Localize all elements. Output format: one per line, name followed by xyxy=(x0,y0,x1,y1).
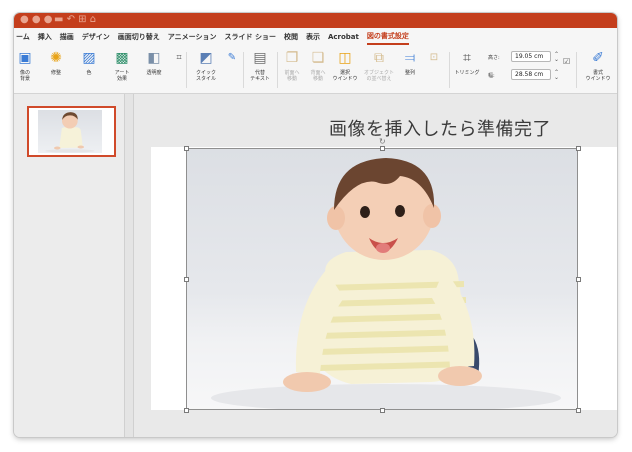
transparency-label: 透明度 xyxy=(146,70,162,76)
width-field[interactable]: 28.58 cm xyxy=(511,69,551,80)
group-button[interactable]: ⊡ xyxy=(424,49,444,67)
ribbon-tab[interactable]: Acrobat xyxy=(328,28,359,46)
baby-photo[interactable] xyxy=(186,148,578,410)
alt-text-icon: ▤ xyxy=(253,50,267,66)
quick-access-icon[interactable]: ▬ ↶ ⊞ ⌂ xyxy=(54,14,96,26)
ribbon-tab[interactable]: 校閲 xyxy=(284,28,298,46)
corrections-button[interactable]: ✺ 修整 xyxy=(40,49,72,76)
resize-handle-bottom-right[interactable] xyxy=(576,408,581,413)
alt-text-label: 代替 テキスト xyxy=(250,70,270,82)
ribbon-tab[interactable]: 挿入 xyxy=(38,28,52,46)
resize-handle-right[interactable] xyxy=(576,277,581,282)
color-button[interactable]: ▨ 色 xyxy=(74,49,104,76)
format-pane-button[interactable]: ✐ 書式 ウインドウ xyxy=(581,49,615,82)
width-label: 幅: xyxy=(488,73,495,79)
align-button[interactable]: ⫤ 整列 xyxy=(398,49,422,76)
height-field[interactable]: 19.05 cm xyxy=(511,51,551,62)
crop-icon: ⌗ xyxy=(463,50,471,66)
picture-color-icon: ▨ xyxy=(82,50,96,66)
quick-styles-label: クイック スタイル xyxy=(195,70,216,82)
artistic-effects-icon: ▩ xyxy=(115,50,129,66)
align-label: 整列 xyxy=(404,70,415,76)
pane-splitter[interactable] xyxy=(124,94,134,437)
ribbon-tabs: ーム 挿入 描画 デザイン 画面切り替え アニメーション スライド ショー 校閲 表示 Acrob… xyxy=(14,28,617,46)
ribbon-separator xyxy=(449,52,450,88)
bring-forward-icon: ❐ xyxy=(285,50,299,66)
ribbon-tab[interactable]: 図の書式設定 xyxy=(366,29,409,45)
reorder-objects-button[interactable]: ⧉ オブジェクト の並べ替え xyxy=(360,49,398,82)
traffic-lights[interactable]: ● ● ● xyxy=(20,14,53,26)
format-pane-label: 書式 ウインドウ xyxy=(585,70,611,82)
artistic-effects-label: アート 効果 xyxy=(114,70,130,82)
ribbon-tab[interactable]: 表示 xyxy=(306,28,320,46)
width-stepper[interactable]: ⌃ ⌄ xyxy=(554,70,559,81)
rotate-handle-icon[interactable]: ↻ xyxy=(379,138,386,146)
ribbon-separator xyxy=(243,52,244,88)
selection-pane-label: 選択 ウインドウ xyxy=(332,70,358,82)
group-icon: ⊡ xyxy=(429,52,439,63)
remove-background-label: 像の 背景 xyxy=(19,70,30,82)
baby-image xyxy=(211,158,561,410)
align-icon: ⫤ xyxy=(404,50,416,66)
powerpoint-window: ● ● ● ▬ ↶ ⊞ ⌂ ーム 挿入 描画 デザイン 画面切り替え アニメーション スライ… xyxy=(14,13,617,437)
slide-canvas: 画像を挿入したら準備完了 ↻ xyxy=(134,94,617,437)
remove-background-icon: ▣ xyxy=(18,50,32,66)
send-backward-label: 背面へ 移動 xyxy=(310,70,326,82)
resize-handle-bottom[interactable] xyxy=(380,408,385,413)
ribbon-tab[interactable]: ーム xyxy=(16,28,30,46)
alt-text-button[interactable]: ▤ 代替 テキスト xyxy=(245,49,275,82)
ribbon-separator xyxy=(277,52,278,88)
quick-styles-button[interactable]: ◩ クイック スタイル xyxy=(189,49,223,82)
remove-background-button[interactable]: ▣ 像の 背景 xyxy=(14,49,36,82)
thumbnail-slide xyxy=(31,110,112,153)
thumbnail-photo xyxy=(38,110,102,153)
artistic-effects-button[interactable]: ▩ アート 効果 xyxy=(106,49,138,82)
thumbnail-baby-image xyxy=(45,112,95,153)
ribbon-tab[interactable]: アニメーション xyxy=(168,28,217,46)
send-backward-button[interactable]: ❏ 背面へ 移動 xyxy=(306,49,330,82)
crop-button[interactable]: ⌗ トリミング xyxy=(451,49,483,76)
ribbon: ▣ 像の 背景 ✺ 修整 ▨ 色 ▩ アート 効果 ◧ 透明度 ⌗ ◩ クイック… xyxy=(14,46,617,94)
ribbon-tab[interactable]: 描画 xyxy=(60,28,74,46)
resize-handle-top[interactable] xyxy=(380,146,385,151)
quick-styles-icon: ◩ xyxy=(199,50,213,66)
format-brush-icon: ✐ xyxy=(592,50,604,66)
pen-icon: ✎ xyxy=(227,52,237,63)
crop-label: トリミング xyxy=(454,70,480,76)
resize-handle-top-right[interactable] xyxy=(576,146,581,151)
color-label: 色 xyxy=(86,70,92,76)
resize-handle-top-left[interactable] xyxy=(184,146,189,151)
ribbon-tab[interactable]: スライド ショー xyxy=(225,28,276,46)
transparency-icon: ◧ xyxy=(147,50,161,66)
sun-icon: ✺ xyxy=(50,50,62,66)
height-label: 高さ: xyxy=(488,55,500,61)
ribbon-separator xyxy=(576,52,577,88)
reorder-objects-label: オブジェクト の並べ替え xyxy=(363,70,394,82)
slide-thumbnail-pane: 1 xyxy=(14,94,124,437)
send-backward-icon: ❏ xyxy=(311,50,325,66)
compress-pictures-button[interactable]: ⌗ xyxy=(170,49,182,67)
ribbon-tab[interactable]: 画面切り替え xyxy=(118,28,160,46)
slide-title[interactable]: 画像を挿入したら準備完了 xyxy=(329,115,551,141)
ribbon-tab[interactable]: デザイン xyxy=(82,28,110,46)
selection-pane-icon: ◫ xyxy=(338,50,352,66)
selection-pane-button[interactable]: ◫ 選択 ウインドウ xyxy=(332,49,358,82)
title-bar: ● ● ● ▬ ↶ ⊞ ⌂ xyxy=(14,13,617,28)
resize-handle-left[interactable] xyxy=(184,277,189,282)
corrections-label: 修整 xyxy=(50,70,61,76)
height-stepper[interactable]: ⌃ ⌄ xyxy=(554,52,559,63)
resize-handle-bottom-left[interactable] xyxy=(184,408,189,413)
transparency-button[interactable]: ◧ 透明度 xyxy=(140,49,168,76)
picture-border-button[interactable]: ✎ xyxy=(223,49,241,67)
reorder-objects-icon: ⧉ xyxy=(374,50,384,66)
bring-forward-button[interactable]: ❐ 前面へ 移動 xyxy=(280,49,304,82)
bring-forward-label: 前面へ 移動 xyxy=(284,70,300,82)
ribbon-separator xyxy=(186,52,187,88)
slide-thumbnail-1[interactable] xyxy=(27,106,116,157)
lock-aspect-checkbox[interactable]: ☑ xyxy=(563,58,570,66)
